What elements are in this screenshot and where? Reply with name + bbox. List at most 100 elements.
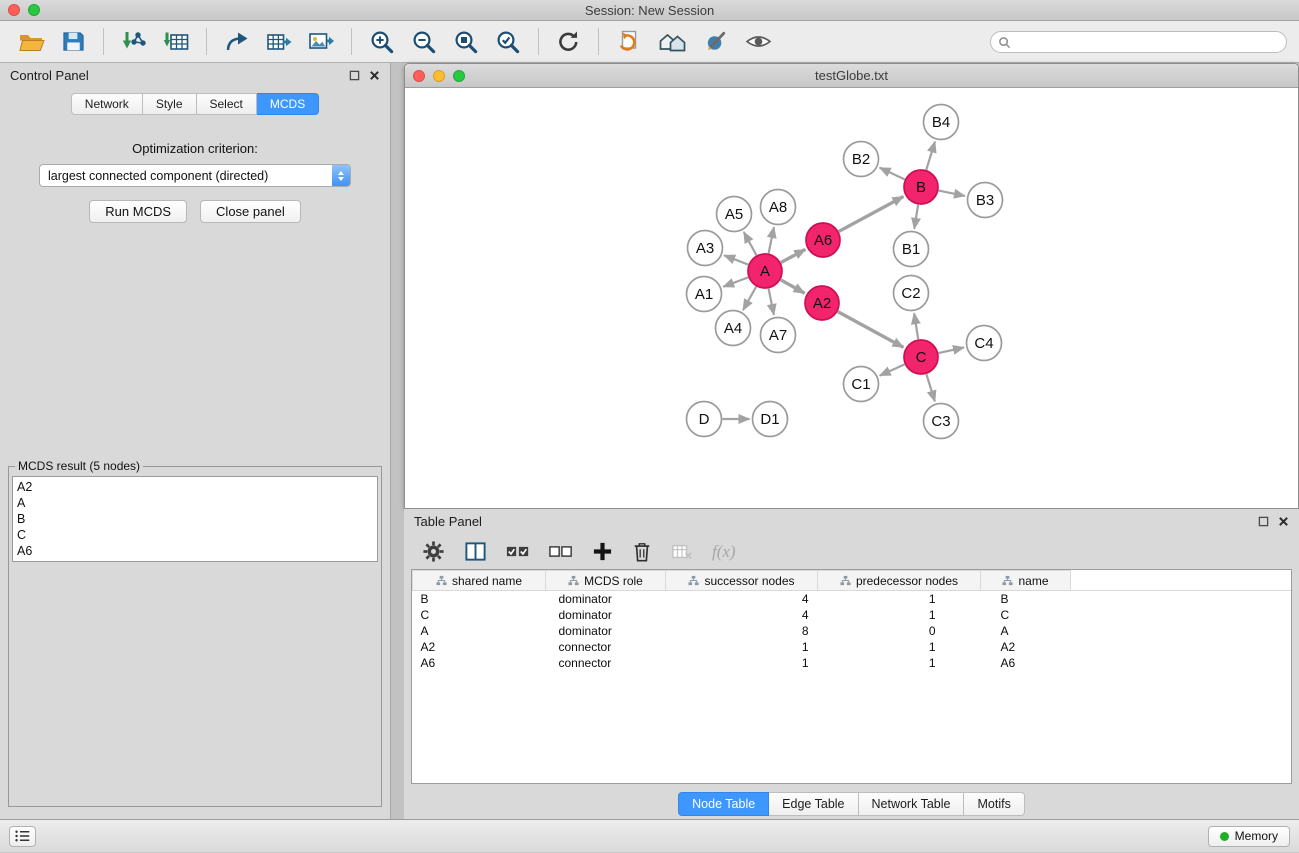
export-network-button[interactable] [219, 24, 255, 60]
mcds-result-item[interactable]: B [17, 511, 373, 527]
task-history-button[interactable] [9, 826, 36, 847]
graph-node-B4[interactable]: B4 [924, 105, 959, 140]
run-mcds-button[interactable]: Run MCDS [89, 200, 187, 223]
graph-node-C[interactable]: C [904, 340, 938, 374]
graph-node-B[interactable]: B [904, 170, 938, 204]
edge-C-C4[interactable] [939, 347, 964, 353]
edge-A-A1[interactable] [723, 277, 748, 286]
edge-A-A3[interactable] [724, 255, 748, 264]
edge-A-A6[interactable] [781, 249, 805, 262]
first-neighbors-button[interactable] [611, 24, 647, 60]
graph-node-A7[interactable]: A7 [761, 318, 796, 353]
node-table-row[interactable]: Bdominator41B [413, 591, 1292, 607]
tab-style[interactable]: Style [143, 93, 197, 115]
column-header-predecessor-nodes[interactable]: predecessor nodes [818, 571, 981, 591]
graph-node-C1[interactable]: C1 [844, 367, 879, 402]
graph-node-A1[interactable]: A1 [687, 277, 722, 312]
graph-node-A6[interactable]: A6 [806, 223, 840, 257]
tab-network[interactable]: Network [71, 93, 143, 115]
tab-node-table[interactable]: Node Table [678, 792, 769, 816]
graph-node-A3[interactable]: A3 [688, 231, 723, 266]
graph-node-A5[interactable]: A5 [717, 197, 752, 232]
criterion-dropdown[interactable]: largest connected component (directed) [39, 164, 351, 187]
edge-A6-B[interactable] [839, 197, 904, 232]
edge-A2-C[interactable] [838, 312, 904, 348]
graph-node-A4[interactable]: A4 [716, 311, 751, 346]
panel-divider[interactable] [391, 63, 404, 819]
edge-A-A5[interactable] [744, 232, 757, 255]
memory-button[interactable]: Memory [1208, 826, 1290, 847]
refresh-button[interactable] [551, 24, 586, 60]
save-session-button[interactable] [56, 24, 91, 60]
edge-B-B3[interactable] [939, 191, 965, 196]
edge-A-A8[interactable] [769, 227, 774, 253]
column-header-shared-name[interactable]: shared name [413, 571, 546, 591]
zoom-fit-button[interactable] [448, 24, 484, 60]
tab-edge-table[interactable]: Edge Table [769, 792, 858, 816]
graph-node-A2[interactable]: A2 [805, 286, 839, 320]
style-brush-button[interactable] [699, 24, 734, 60]
edge-B-B2[interactable] [880, 168, 905, 180]
export-image-button[interactable] [303, 24, 339, 60]
close-panel-button-mcds[interactable]: Close panel [200, 200, 301, 223]
graph-node-B3[interactable]: B3 [968, 183, 1003, 218]
node-table-row[interactable]: Cdominator41C [413, 607, 1292, 623]
graph-node-C3[interactable]: C3 [924, 404, 959, 439]
graph-node-C2[interactable]: C2 [894, 276, 929, 311]
float-table-panel-button[interactable] [1258, 516, 1269, 527]
close-table-panel-button[interactable] [1278, 516, 1289, 527]
deselect-all-columns-button[interactable] [549, 543, 573, 560]
edge-A-A4[interactable] [743, 287, 756, 310]
graph-node-C4[interactable]: C4 [967, 326, 1002, 361]
tab-mcds[interactable]: MCDS [257, 93, 319, 115]
graph-node-A8[interactable]: A8 [761, 190, 796, 225]
graph-node-D1[interactable]: D1 [753, 402, 788, 437]
show-hide-details-button[interactable] [740, 24, 777, 60]
import-network-button[interactable] [116, 24, 152, 60]
edge-A-A2[interactable] [781, 280, 805, 293]
search-input[interactable] [990, 31, 1287, 53]
column-header-successor-nodes[interactable]: successor nodes [666, 571, 818, 591]
import-table-button[interactable] [158, 24, 194, 60]
tab-motifs[interactable]: Motifs [964, 792, 1024, 816]
node-table-row[interactable]: Adominator80A [413, 623, 1292, 639]
zoom-out-button[interactable] [406, 24, 442, 60]
add-column-button[interactable] [592, 541, 613, 562]
float-panel-button[interactable] [349, 70, 360, 81]
show-all-button[interactable] [653, 24, 693, 60]
mcds-result-item[interactable]: C [17, 527, 373, 543]
mcds-result-item[interactable]: A6 [17, 543, 373, 559]
edge-B-B4[interactable] [926, 142, 935, 170]
edge-A-A7[interactable] [769, 289, 774, 315]
graph-node-B1[interactable]: B1 [894, 232, 929, 267]
tab-network-table[interactable]: Network Table [859, 792, 965, 816]
edge-C-C3[interactable] [926, 374, 935, 401]
column-header-mcds-role[interactable]: MCDS role [546, 571, 666, 591]
node-table-row[interactable]: A2connector11A2 [413, 639, 1292, 655]
function-builder-button[interactable]: f(x) [712, 542, 736, 562]
show-columns-button[interactable] [464, 540, 487, 563]
edge-C-C1[interactable] [880, 364, 905, 375]
mcds-result-item[interactable]: A [17, 495, 373, 511]
open-session-button[interactable] [13, 24, 50, 60]
table-settings-button[interactable] [422, 540, 445, 563]
export-table-button[interactable] [261, 24, 297, 60]
zoom-selected-button[interactable] [490, 24, 526, 60]
close-panel-button[interactable] [369, 70, 380, 81]
network-graph[interactable]: B4 B2 B B3 A5 A8 A6 A3 B1 A C2 A1 A2 A4 A7 C4 C C1 D D1 C3 [405, 88, 1297, 508]
mcds-result-item[interactable]: A2 [17, 479, 373, 495]
delete-column-button[interactable] [632, 541, 652, 563]
node-table-row[interactable]: A6connector11A6 [413, 655, 1292, 671]
select-all-columns-button[interactable] [506, 543, 530, 560]
graph-node-D[interactable]: D [687, 402, 722, 437]
table-tabs: Node Table Edge Table Network Table Moti… [404, 789, 1299, 819]
graph-node-A[interactable]: A [748, 254, 782, 288]
edge-B-B1[interactable] [914, 205, 918, 229]
edge-C-C2[interactable] [914, 313, 918, 339]
column-header-name[interactable]: name [981, 571, 1071, 591]
mcds-result-list[interactable]: A2ABCA6 [12, 476, 378, 562]
tab-select[interactable]: Select [197, 93, 257, 115]
network-canvas[interactable]: B4 B2 B B3 A5 A8 A6 A3 B1 A C2 A1 A2 A4 A7 C4 C C1 D D1 C3 [405, 88, 1298, 508]
graph-node-B2[interactable]: B2 [844, 142, 879, 177]
zoom-in-button[interactable] [364, 24, 400, 60]
